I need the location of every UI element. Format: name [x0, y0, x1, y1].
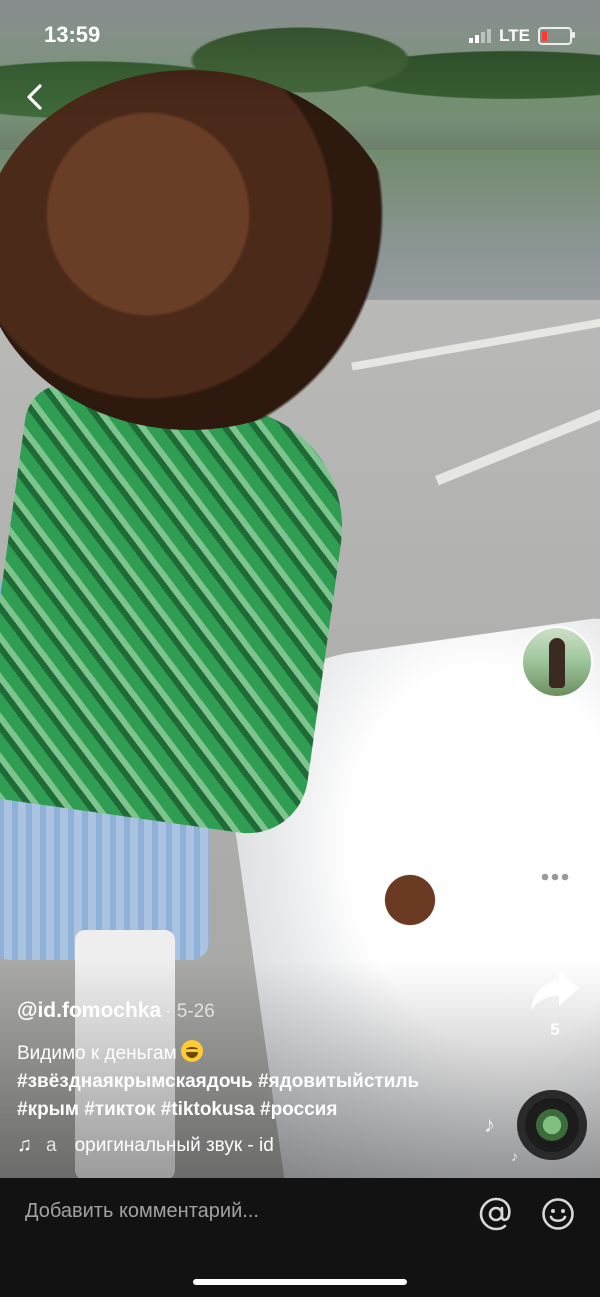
creator-username[interactable]: @id.fomochka · 5-26: [17, 999, 215, 1023]
home-indicator: [193, 1279, 407, 1285]
battery-icon: [538, 27, 575, 45]
signal-icon: [469, 29, 492, 43]
laughing-emoji-icon: [180, 1040, 203, 1062]
comment-count: 27: [545, 909, 565, 928]
video-caption: Видимо к деньгам #звёзднаякрымскаядочь #…: [17, 1040, 487, 1124]
comment-input[interactable]: Добавить комментарий...: [25, 1200, 259, 1223]
comment-bar: Добавить комментарий...: [0, 1178, 600, 1297]
music-disc[interactable]: [517, 1090, 587, 1160]
network-label: LTE: [499, 26, 530, 45]
heart-icon: [530, 743, 580, 788]
hashtags-line-2[interactable]: #крым #тикток #tiktokusa #россия: [17, 1096, 487, 1124]
username-text[interactable]: @id.fomochka: [17, 999, 161, 1022]
hashtags-line-1[interactable]: #звёзднаякрымскаядочь #ядовитыйстиль: [17, 1068, 487, 1096]
music-ticker[interactable]: ♫ a оригинальный звук - id: [17, 1134, 274, 1157]
post-date: · 5-26: [165, 1001, 215, 1022]
at-icon[interactable]: [478, 1196, 514, 1232]
status-time: 13:59: [44, 22, 101, 47]
floating-note-small-icon: ♪: [511, 1148, 518, 1164]
share-count: 5: [550, 1020, 560, 1039]
tiktok-video-screen: 13:59 LTE 622 27 5 @id.fomochka · 5-26 В…: [0, 0, 600, 1297]
floating-note-icon: ♪: [484, 1112, 495, 1137]
speech-bubble-icon: [531, 857, 579, 903]
like-button[interactable]: 622: [515, 742, 595, 816]
share-arrow-icon: [531, 970, 579, 1010]
creator-avatar[interactable]: [521, 626, 593, 698]
music-disc-cover: [536, 1109, 568, 1141]
car-stain: [360, 850, 460, 950]
caption-text: Видимо к деньгам: [17, 1043, 177, 1064]
share-button[interactable]: 5: [515, 968, 595, 1040]
smile-icon[interactable]: [541, 1197, 575, 1231]
comment-button[interactable]: 27: [515, 855, 595, 929]
like-count: 622: [540, 796, 570, 815]
status-indicators: LTE: [469, 26, 575, 46]
person-shirt: [0, 379, 358, 841]
chevron-left-icon[interactable]: [18, 80, 52, 114]
music-ticker-prefix: a: [46, 1134, 57, 1156]
music-track-name: оригинальный звук - id: [74, 1134, 274, 1156]
music-note-icon: ♫: [17, 1134, 32, 1156]
